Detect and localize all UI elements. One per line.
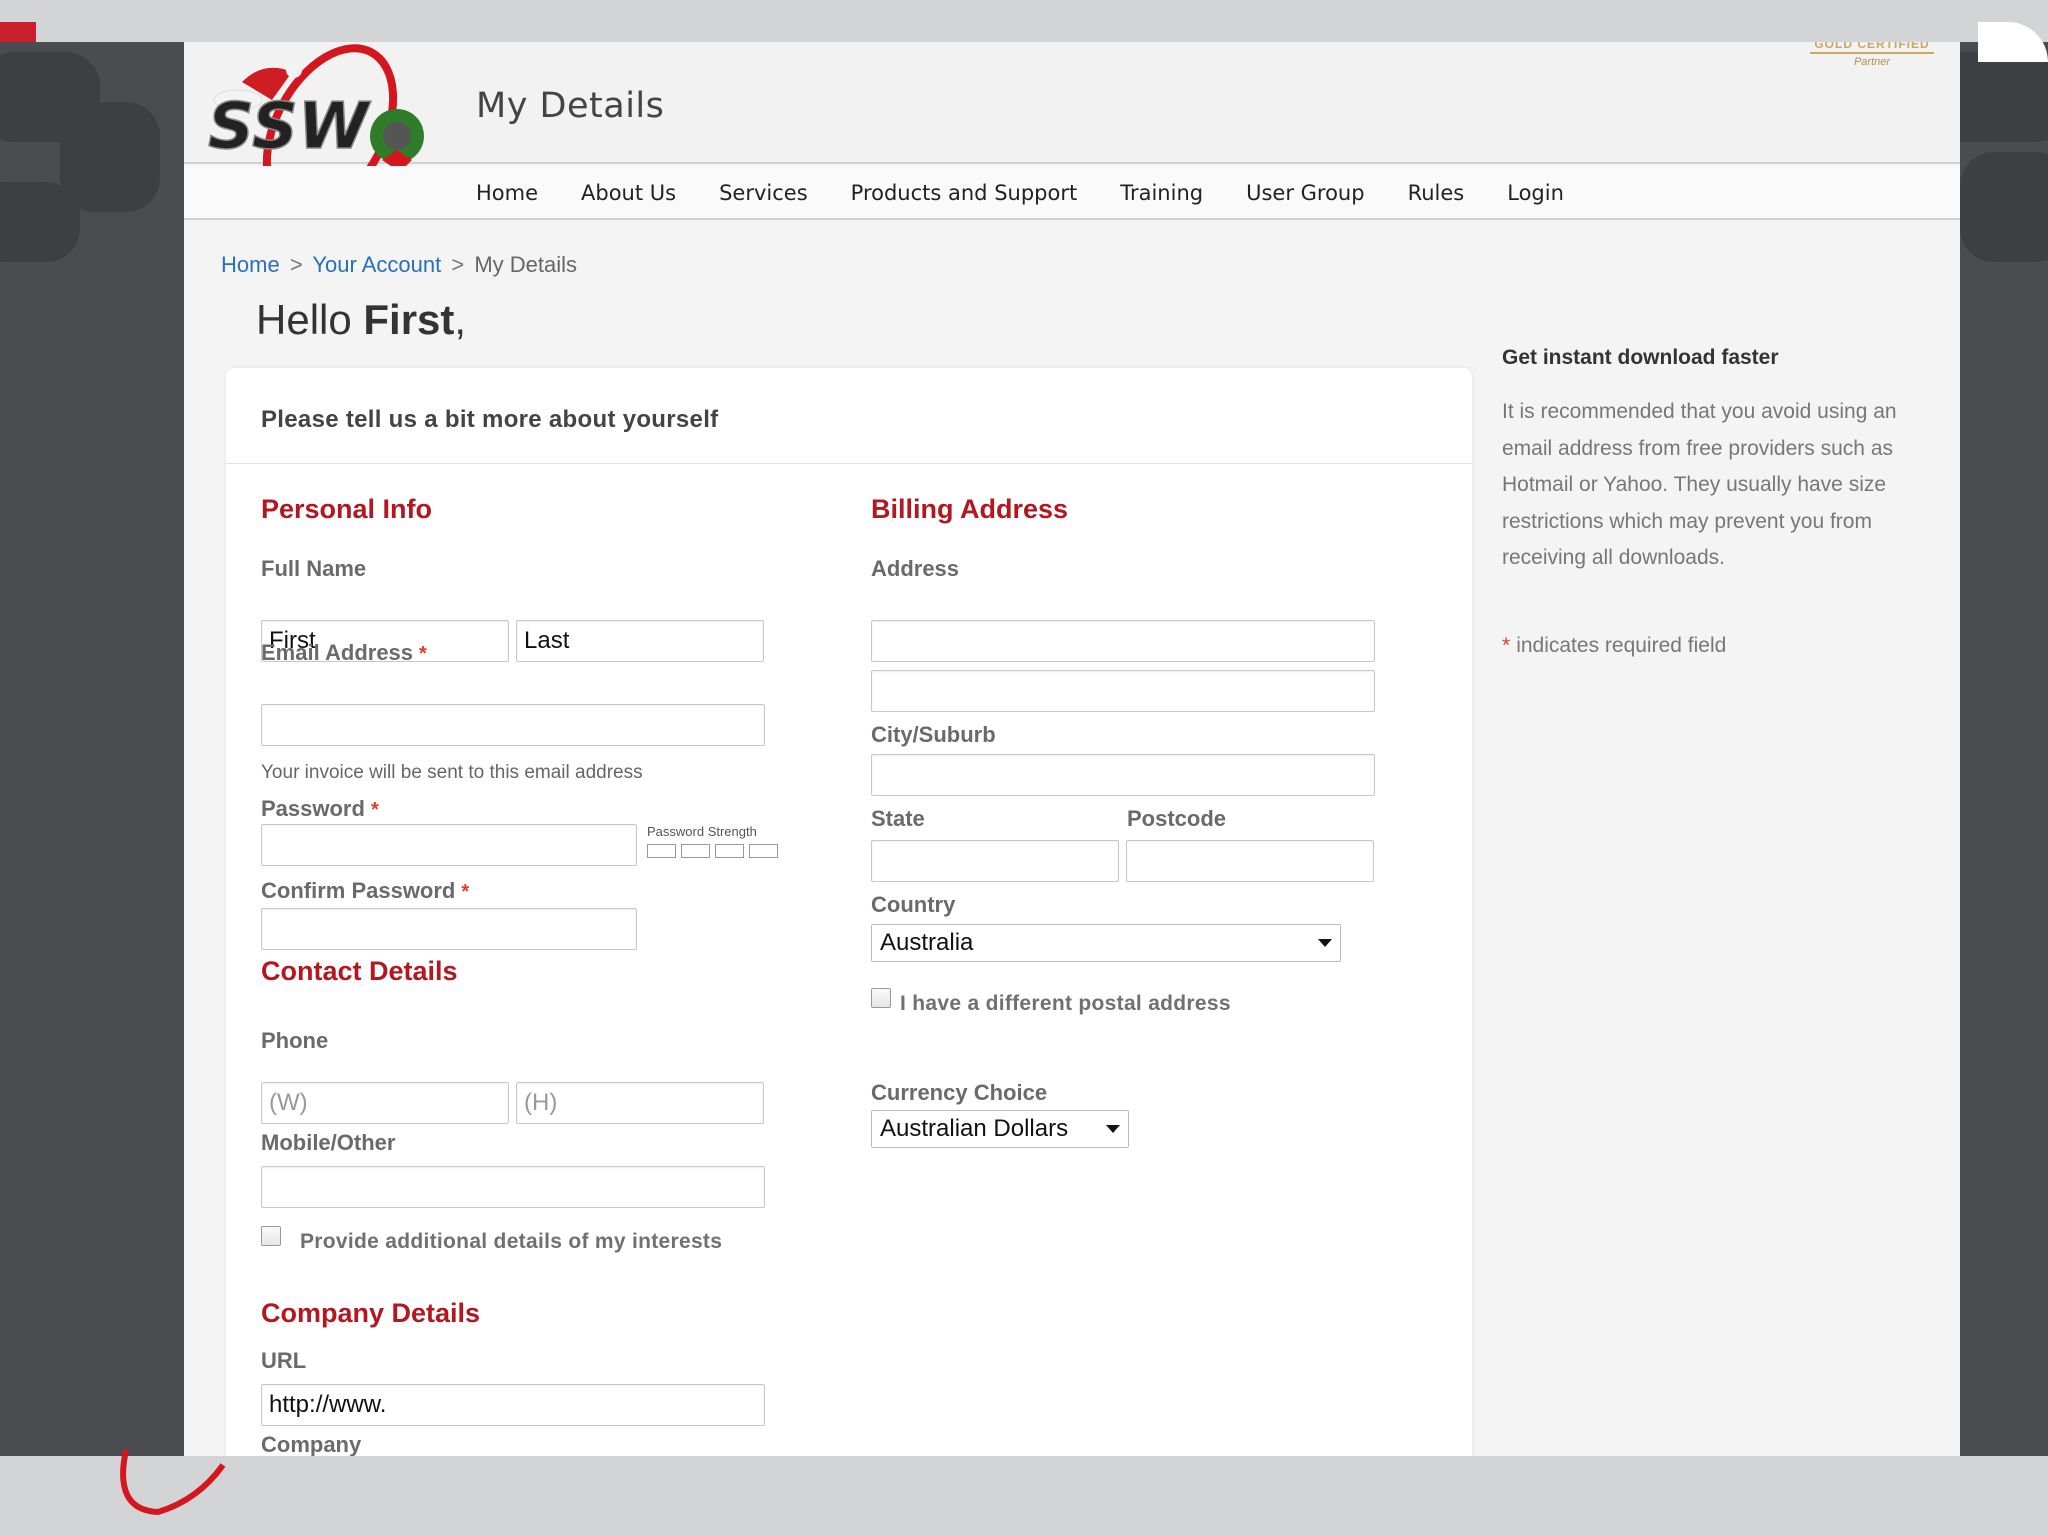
email-label-text: Email Address <box>261 640 414 665</box>
confirm-password-input[interactable] <box>261 908 637 950</box>
page-title: My Details <box>476 86 665 126</box>
greeting-suffix: , <box>454 296 467 343</box>
required-field-note: * indicates required field <box>1502 634 1726 658</box>
country-selected-value: Australia <box>880 929 974 956</box>
interests-label: Provide additional details of my interes… <box>300 1230 723 1253</box>
currency-select[interactable]: Australian Dollars <box>871 1110 1129 1148</box>
greeting-prefix: Hello <box>256 296 352 343</box>
logo-text: SSW <box>208 90 372 164</box>
nav-products-and-support[interactable]: Products and Support <box>851 181 1078 205</box>
breadcrumb-current: My Details <box>474 252 578 277</box>
page: SSW My Details GOLD CERTIFIED Partner Ho… <box>184 42 1960 1456</box>
phone-home-input[interactable] <box>516 1082 764 1124</box>
billing-address-heading: Billing Address <box>871 494 1069 524</box>
sidebar-title: Get instant download faster <box>1502 346 1779 369</box>
password-strength-label: Password Strength <box>647 824 757 839</box>
postal-address-label: I have a different postal address <box>900 992 1231 1015</box>
country-select[interactable]: Australia <box>871 924 1341 962</box>
country-label: Country <box>871 892 956 917</box>
breadcrumb-separator: > <box>451 252 465 277</box>
breadcrumb-home[interactable]: Home <box>221 252 280 277</box>
chevron-down-icon <box>1106 1125 1120 1133</box>
postcode-label: Postcode <box>1127 806 1227 831</box>
address-line-1-input[interactable] <box>871 620 1375 662</box>
last-name-input[interactable] <box>516 620 764 662</box>
form-card-header: Please tell us a bit more about yourself <box>226 368 1472 464</box>
strength-segment <box>715 844 744 858</box>
postcode-input[interactable] <box>1126 840 1374 882</box>
state-input[interactable] <box>871 840 1119 882</box>
slide-top-bar <box>0 0 2048 22</box>
contact-details-heading: Contact Details <box>261 956 458 986</box>
greeting: Hello First, <box>256 296 466 344</box>
nav-login[interactable]: Login <box>1507 181 1564 205</box>
main-nav: Home About Us Services Products and Supp… <box>184 166 1960 220</box>
currency-selected-value: Australian Dollars <box>880 1115 1069 1142</box>
mobile-input[interactable] <box>261 1166 765 1208</box>
full-name-label: Full Name <box>261 556 367 581</box>
form-title: Please tell us a bit more about yourself <box>261 406 719 433</box>
password-label: Password * <box>261 796 379 822</box>
required-field-text: indicates required field <box>1516 634 1727 657</box>
gold-certified-badge: GOLD CERTIFIED Partner <box>1810 42 1934 68</box>
required-star: * <box>370 799 379 821</box>
breadcrumb-separator: > <box>289 252 303 277</box>
phone-work-input[interactable] <box>261 1082 509 1124</box>
nav-training[interactable]: Training <box>1120 181 1203 205</box>
address-line-2-input[interactable] <box>871 670 1375 712</box>
address-label: Address <box>871 556 960 581</box>
nav-home[interactable]: Home <box>476 181 538 205</box>
nav-rules[interactable]: Rules <box>1408 181 1465 205</box>
details-form-card: Please tell us a bit more about yourself… <box>226 368 1472 1456</box>
interests-checkbox[interactable] <box>261 1226 281 1246</box>
nav-about-us[interactable]: About Us <box>581 181 676 205</box>
company-label: Company <box>261 1432 362 1456</box>
nav-user-group[interactable]: User Group <box>1246 181 1364 205</box>
city-label: City/Suburb <box>871 722 996 747</box>
url-label: URL <box>261 1348 307 1373</box>
red-corner-accent <box>0 22 36 42</box>
state-label: State <box>871 806 925 831</box>
confirm-password-label: Confirm Password * <box>261 878 469 904</box>
company-details-heading: Company Details <box>261 1298 481 1328</box>
required-star: * <box>1502 634 1511 657</box>
email-label: Email Address * <box>261 640 427 666</box>
slide-bottom-band <box>0 1456 2048 1536</box>
password-label-text: Password <box>261 796 365 821</box>
confirm-password-label-text: Confirm Password <box>261 878 456 903</box>
personal-info-heading: Personal Info <box>261 494 433 524</box>
strength-segment <box>681 844 710 858</box>
breadcrumb: Home > Your Account > My Details <box>221 252 577 278</box>
slide-corner <box>1978 22 2048 62</box>
city-input[interactable] <box>871 754 1375 796</box>
password-strength-meter <box>647 844 778 858</box>
strength-segment <box>749 844 778 858</box>
cert-line-2: Partner <box>1853 56 1891 68</box>
postal-address-checkbox[interactable] <box>871 988 891 1008</box>
breadcrumb-your-account[interactable]: Your Account <box>312 252 441 277</box>
nav-services[interactable]: Services <box>719 181 808 205</box>
password-input[interactable] <box>261 824 637 866</box>
sidebar-text: It is recommended that you avoid using a… <box>1502 400 1897 569</box>
required-star: * <box>461 881 470 903</box>
cert-line-1: GOLD CERTIFIED <box>1810 42 1934 54</box>
mobile-label: Mobile/Other <box>261 1130 396 1155</box>
strength-segment <box>647 844 676 858</box>
phone-label: Phone <box>261 1028 329 1053</box>
chevron-down-icon <box>1318 939 1332 947</box>
email-input[interactable] <box>261 704 765 746</box>
url-input[interactable] <box>261 1384 765 1426</box>
required-star: * <box>419 643 427 665</box>
greeting-name: First <box>363 296 455 343</box>
currency-label: Currency Choice <box>871 1080 1048 1105</box>
site-header: SSW My Details GOLD CERTIFIED Partner <box>184 42 1960 214</box>
email-hint: Your invoice will be sent to this email … <box>261 762 643 783</box>
